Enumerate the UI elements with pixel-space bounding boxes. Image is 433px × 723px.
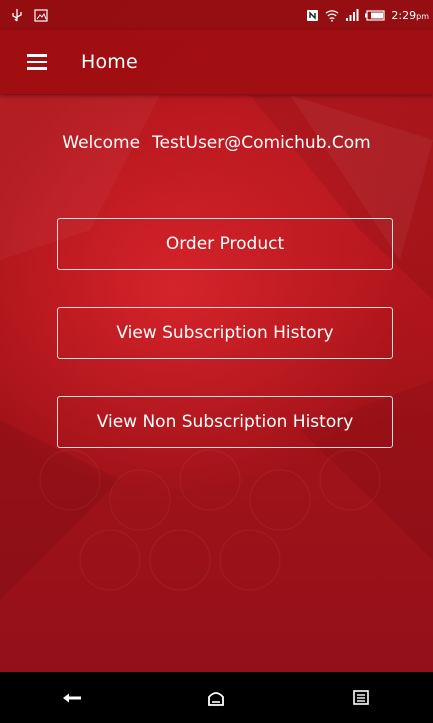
battery-icon [365,8,386,22]
usb-icon [10,8,24,22]
image-notification-icon [34,8,48,22]
app-bar: Home [0,30,433,94]
welcome-prefix: Welcome [62,133,141,153]
wifi-icon [325,8,339,22]
view-subscription-history-button[interactable]: View Subscription History [57,307,393,359]
page-title: Home [81,51,138,73]
phone-screen: 2:29pm Home Welcome TestUser@Comichub.Co… [0,0,433,723]
home-icon[interactable] [186,678,246,718]
background [0,0,433,723]
hamburger-menu-icon[interactable] [27,47,57,77]
status-time: 2:29 [391,8,417,22]
background-pattern [0,95,433,600]
nfc-icon [305,8,319,22]
recent-apps-icon[interactable] [331,678,391,718]
welcome-message: Welcome TestUser@Comichub.Com [0,133,433,153]
order-product-button[interactable]: Order Product [57,218,393,270]
back-icon[interactable] [42,678,102,718]
status-bar: 2:29pm [0,0,433,30]
welcome-user-email: TestUser@Comichub.Com [152,133,371,153]
signal-icon [345,8,359,22]
navigation-bar [0,672,433,723]
view-non-subscription-history-button[interactable]: View Non Subscription History [57,396,393,448]
status-time-suffix: pm [416,11,429,21]
